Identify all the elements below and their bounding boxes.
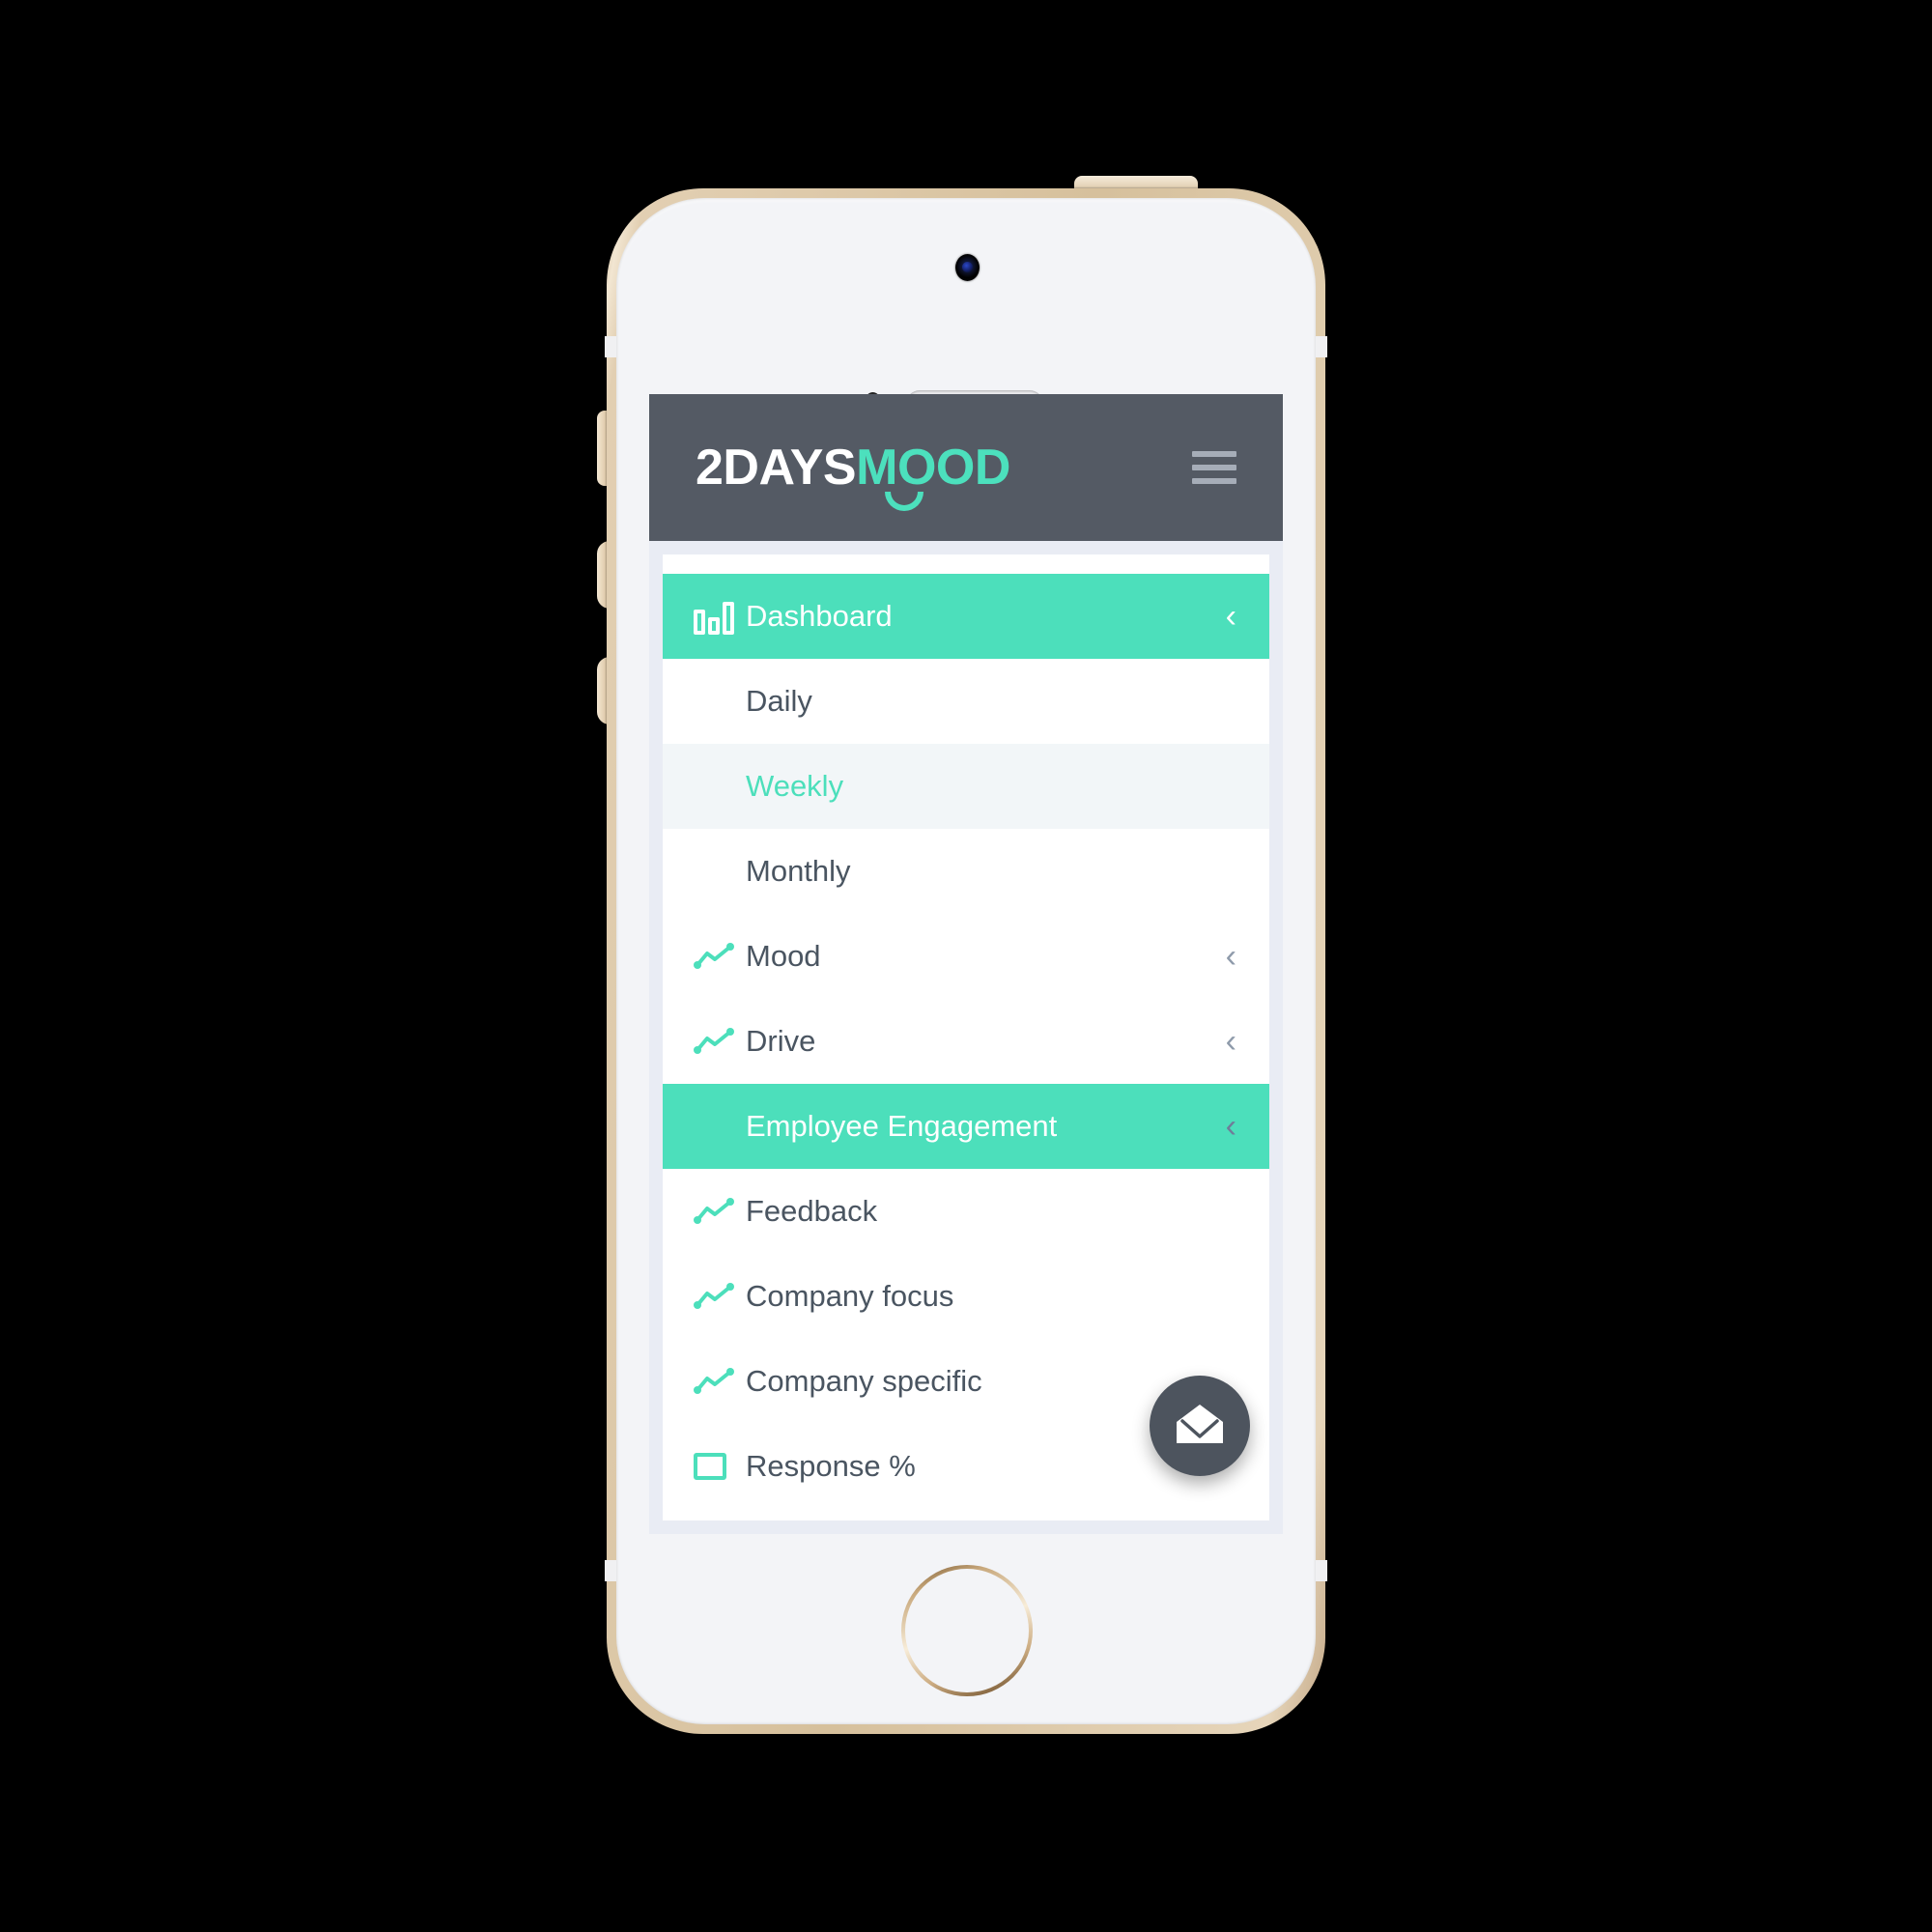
sidebar-item-label: Feedback	[746, 1194, 878, 1228]
sidebar-item-employee-engagement[interactable]: Employee Engagement ‹	[663, 1084, 1269, 1169]
chevron-left-icon[interactable]: ‹	[1226, 1110, 1248, 1143]
hamburger-menu-icon[interactable]	[1192, 451, 1236, 484]
sidebar-item-weekly[interactable]: Weekly	[663, 744, 1269, 829]
antenna-band	[605, 336, 616, 357]
line-chart-icon	[694, 1197, 746, 1226]
app-logo[interactable]: 2DAYS MOOD	[696, 440, 1010, 511]
square-outline-icon	[694, 1453, 746, 1480]
phone-screen: 2DAYS MOOD Dashboard ‹ Daily Weekly Mont…	[649, 394, 1283, 1534]
sidebar-item-feedback[interactable]: Feedback	[663, 1169, 1269, 1254]
hamburger-line	[1192, 478, 1236, 484]
open-envelope-icon	[1177, 1405, 1223, 1443]
smile-curve-icon	[885, 492, 923, 511]
sidebar-item-label: Employee Engagement	[746, 1109, 1058, 1143]
chevron-left-icon[interactable]: ‹	[1226, 940, 1248, 973]
sidebar-item-label: Dashboard	[746, 599, 893, 633]
antenna-band	[1316, 336, 1327, 357]
sidebar-item-drive[interactable]: Drive ‹	[663, 999, 1269, 1084]
app-header: 2DAYS MOOD	[649, 394, 1283, 541]
line-chart-icon	[694, 1282, 746, 1311]
sidebar-item-monthly[interactable]: Monthly	[663, 829, 1269, 914]
sidebar-item-dashboard[interactable]: Dashboard ‹	[663, 574, 1269, 659]
contact-fab-button[interactable]	[1150, 1376, 1250, 1476]
logo-text-secondary: MOOD	[856, 440, 1010, 496]
hamburger-line	[1192, 465, 1236, 470]
hamburger-line	[1192, 451, 1236, 457]
sidebar-item-daily[interactable]: Daily	[663, 659, 1269, 744]
bar-chart-icon	[694, 598, 746, 635]
antenna-band	[605, 1560, 616, 1581]
chevron-left-icon[interactable]: ‹	[1226, 1025, 1248, 1058]
sidebar-item-label: Mood	[746, 939, 821, 973]
antenna-band	[1316, 1560, 1327, 1581]
sidebar-item-label: Company focus	[746, 1279, 954, 1313]
line-chart-icon	[694, 1367, 746, 1396]
sidebar-item-label: Monthly	[746, 854, 851, 888]
line-chart-icon	[694, 1027, 746, 1056]
home-button[interactable]	[901, 1565, 1033, 1696]
sidebar-item-mood[interactable]: Mood ‹	[663, 914, 1269, 999]
sidebar-item-company-focus[interactable]: Company focus	[663, 1254, 1269, 1339]
screenshot-stage: 2DAYS MOOD Dashboard ‹ Daily Weekly Mont…	[0, 0, 1932, 1932]
sidebar-item-label: Weekly	[746, 769, 844, 803]
chevron-left-icon[interactable]: ‹	[1226, 600, 1248, 633]
sidebar-item-label: Daily	[746, 684, 812, 718]
screen-bottom-edge	[649, 1520, 1283, 1534]
line-chart-icon	[694, 942, 746, 971]
front-camera-icon	[955, 254, 980, 281]
sidebar-item-label: Drive	[746, 1024, 816, 1058]
logo-text-primary: 2DAYS	[696, 440, 857, 496]
